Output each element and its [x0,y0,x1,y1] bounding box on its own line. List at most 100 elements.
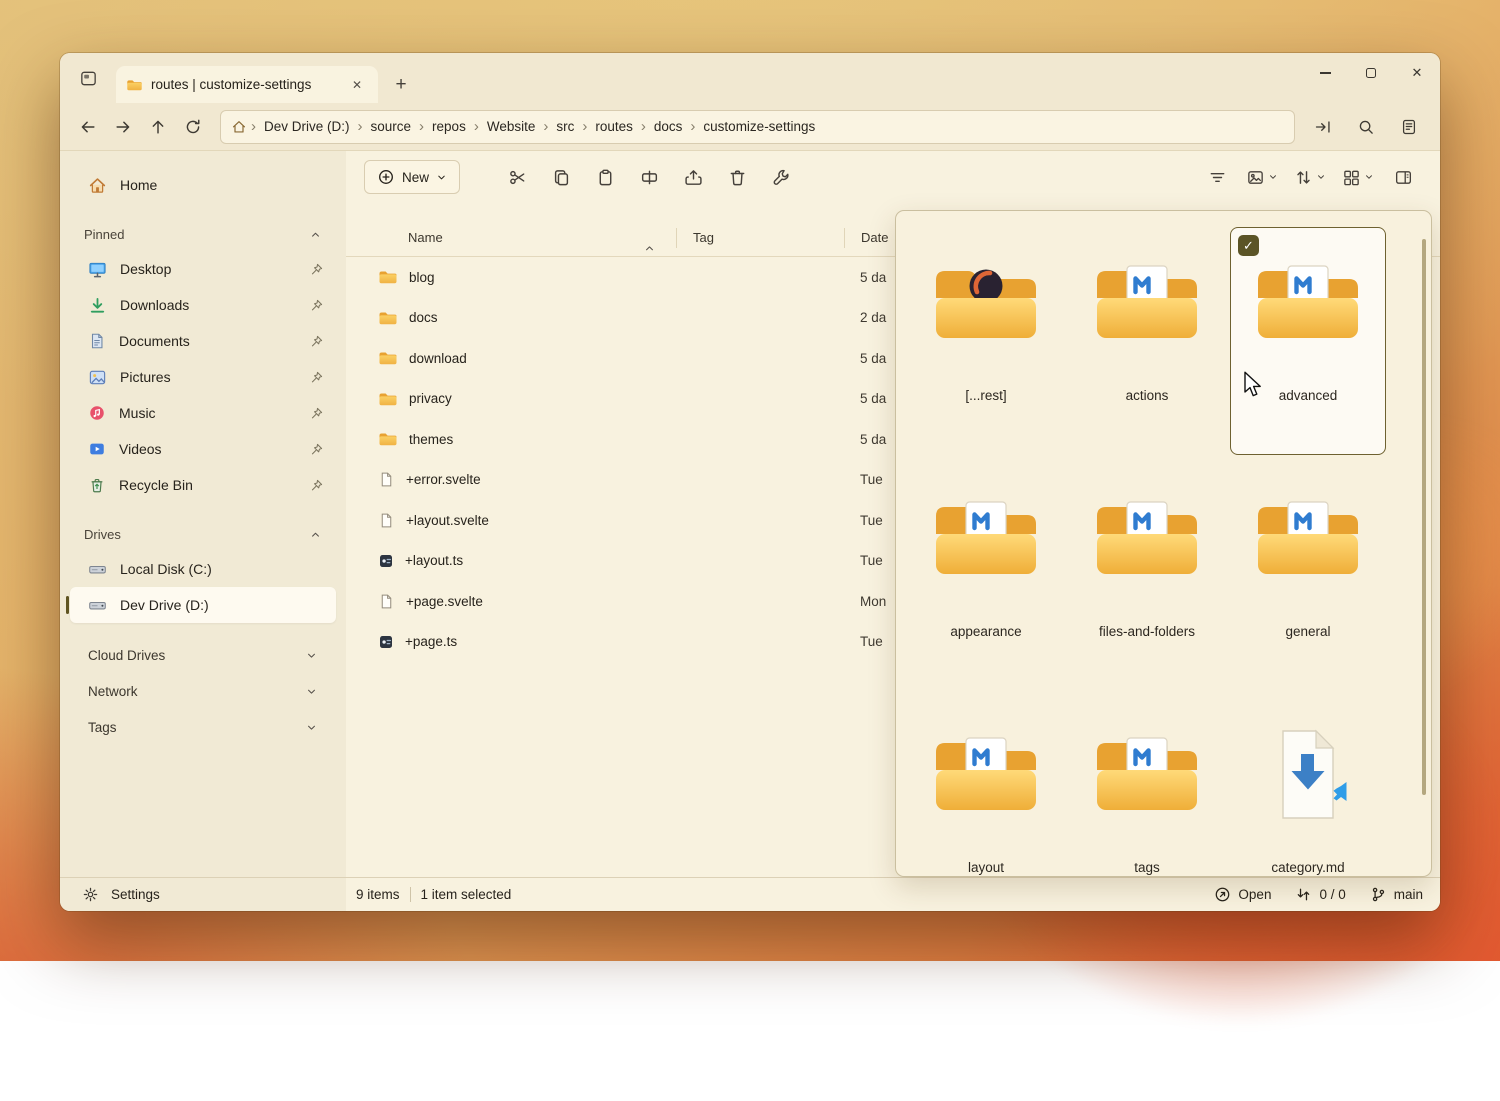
section-label: Network [88,684,138,699]
breadcrumb-item-routes[interactable]: routes [589,116,639,137]
sidebar-item-documents[interactable]: Documents [70,323,336,359]
grid-item-tags[interactable]: tags [1069,699,1225,877]
sidebar-section-drives[interactable]: Drives [66,517,340,551]
share-button[interactable] [674,160,712,194]
breadcrumb-item-source[interactable]: source [365,116,418,137]
breadcrumb-item-docs[interactable]: docs [648,116,689,137]
grid-item-general[interactable]: general [1230,463,1386,691]
sidebar-item-label: Local Disk (C:) [120,561,324,577]
sidebar-section-pinned[interactable]: Pinned [66,217,340,251]
drive-icon [88,596,107,615]
layout-options-button[interactable] [1336,160,1380,194]
breadcrumb-item-customize-settings[interactable]: customize-settings [697,116,821,137]
chevron-down-icon [1316,172,1326,182]
sidebar-item-music[interactable]: Music [70,395,336,431]
folder-icon [928,254,1044,352]
layout-grid-icon [1342,168,1361,187]
new-button[interactable]: New [364,160,460,194]
grid-pane-items: [...rest]actions ✓ advanced appearancefiles… [896,211,1431,877]
group-options-button[interactable] [1240,160,1284,194]
preview-pane-icon [1394,168,1413,187]
items-count: 9 items [356,887,400,902]
rename-icon [640,168,659,187]
grid-item-layout[interactable]: layout [908,699,1064,877]
breadcrumb-item-src[interactable]: src [550,116,580,137]
grid-item-files-and-folders[interactable]: files-and-folders [1069,463,1225,691]
sidebar-item-home[interactable]: Home [70,167,336,203]
git-sync-status[interactable]: 0 / 0 [1295,886,1345,903]
breadcrumb-chevron-icon: › [688,119,697,134]
minimize-button[interactable] [1302,53,1348,93]
grid-item-rest[interactable]: [...rest] [908,227,1064,455]
command-palette-button[interactable] [1391,110,1426,144]
folder-icon [378,431,398,447]
file-name: +layout.svelte [406,513,489,528]
grid-item-actions[interactable]: actions [1069,227,1225,455]
column-header-name[interactable]: Name [346,230,676,245]
back-button[interactable] [70,110,105,144]
settings-button[interactable]: Settings [60,878,346,911]
sidebar-item-videos[interactable]: Videos [70,431,336,467]
wrench-icon [772,168,791,187]
chevron-down-icon [305,721,318,734]
filter-button[interactable] [1198,160,1236,194]
cut-button[interactable] [498,160,536,194]
breadcrumb-item-website[interactable]: Website [481,116,542,137]
search-button[interactable] [1348,110,1383,144]
tab[interactable]: routes | customize-settings ✕ [116,66,378,103]
folder-icon [928,490,1044,588]
grid-item-advanced[interactable]: ✓ advanced [1230,227,1386,455]
sort-options-button[interactable] [1288,160,1332,194]
grid-item-label: advanced [1279,388,1338,403]
breadcrumb-item-repos[interactable]: repos [426,116,472,137]
sidebar-section-cloud-drives[interactable]: Cloud Drives [70,637,336,673]
address-go-button[interactable] [1305,110,1340,144]
git-branch-status[interactable]: main [1370,886,1423,903]
selection-checkbox[interactable]: ✓ [1238,235,1259,256]
sidebar-item-label: Downloads [120,297,296,313]
sidebar-section-tags[interactable]: Tags [70,709,336,745]
sidebar-item-local-disk-c[interactable]: Local Disk (C:) [70,551,336,587]
sidebar-item-desktop[interactable]: Desktop [70,251,336,287]
grid-item-label: tags [1134,860,1160,875]
open-button[interactable]: Open [1214,886,1271,903]
column-header-t ag[interactable]: Tag [676,228,844,248]
grid-item-appearance[interactable]: appearance [908,463,1064,691]
grid-pane: [...rest]actions ✓ advanced appearancefiles… [895,210,1432,877]
rename-button[interactable] [630,160,668,194]
branch-icon [1370,886,1387,903]
file-name-cell: +page.svelte [346,593,676,610]
folder-icon [1089,726,1205,824]
paste-button[interactable] [586,160,624,194]
sidebar-item-dev-drive-d[interactable]: Dev Drive (D:) [70,587,336,623]
sidebar-item-pictures[interactable]: Pictures [70,359,336,395]
sidebar-item-recycle-bin[interactable]: Recycle Bin [70,467,336,503]
new-tab-button[interactable]: + [386,69,416,99]
properties-button[interactable] [762,160,800,194]
file-name-cell: download [346,350,676,366]
delete-button[interactable] [718,160,756,194]
grid-item-category-md[interactable]: category.md [1230,699,1386,877]
tab-close-icon[interactable]: ✕ [346,74,368,96]
pin-icon [309,442,324,457]
copy-button[interactable] [542,160,580,194]
up-button[interactable] [140,110,175,144]
documents-icon [88,332,106,350]
open-icon [1214,886,1231,903]
breadcrumb: ›Dev Drive (D:)›source›repos›Website›src… [249,116,821,137]
grid-pane-scrollbar[interactable] [1422,239,1426,795]
tab-overview-button[interactable] [70,60,106,96]
preview-pane-button[interactable] [1384,160,1422,194]
desktop-icon [88,260,107,279]
close-button[interactable]: ✕ [1394,53,1440,93]
forward-button[interactable] [105,110,140,144]
sync-label: 0 / 0 [1319,887,1345,902]
maximize-button[interactable] [1348,53,1394,93]
refresh-button[interactable] [175,110,210,144]
sidebar-item-downloads[interactable]: Downloads [70,287,336,323]
sidebar-section-network[interactable]: Network [70,673,336,709]
markdown-file-icon [1250,726,1366,824]
breadcrumb-item-dev-drive-d[interactable]: Dev Drive (D:) [258,116,356,137]
search-icon [1357,118,1375,136]
breadcrumb-bar[interactable]: ›Dev Drive (D:)›source›repos›Website›src… [220,110,1295,144]
